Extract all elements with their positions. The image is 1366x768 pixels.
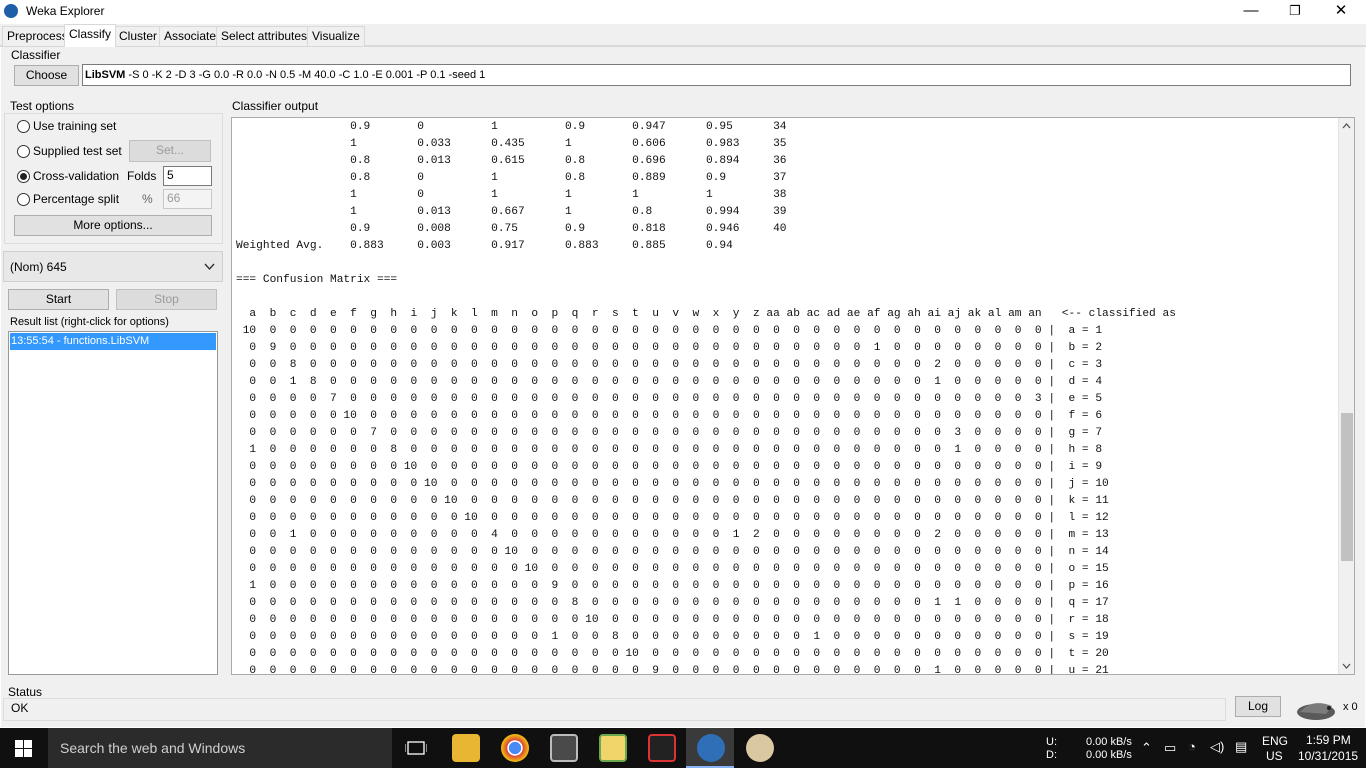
choose-button[interactable]: Choose [14,65,79,86]
file-explorer-icon[interactable] [452,734,480,762]
percent-symbol: % [142,192,153,206]
classifier-output-label: Classifier output [232,99,319,113]
stop-button[interactable]: Stop [116,289,217,310]
tab-select-attributes[interactable]: Select attributes [216,26,313,46]
scroll-up-icon[interactable] [1342,123,1351,129]
more-options-button[interactable]: More options... [14,215,212,236]
close-button[interactable]: ✕ [1318,0,1364,24]
task-count: x 0 [1343,701,1358,713]
tab-bar: Preprocess Classify Cluster Associate Se… [0,24,1366,47]
classifier-output-panel[interactable]: 0.9 0 1 0.9 0.947 0.95 34 1 0.033 0.435 … [231,117,1355,675]
tab-classify[interactable]: Classify [64,24,117,47]
paint-icon[interactable] [746,734,774,762]
classifier-group-label: Classifier [11,48,61,62]
language-indicator[interactable]: ENG [1262,734,1288,748]
net-upload-label: U: [1046,736,1057,748]
search-placeholder: Search the web and Windows [60,740,246,756]
weka-bird-icon [4,4,18,18]
scroll-down-icon[interactable] [1342,663,1351,669]
wifi-icon[interactable]: ◔ [1188,739,1196,754]
clock-time[interactable]: 1:59 PM [1306,733,1351,747]
task-view-icon[interactable] [405,740,427,756]
tab-associate[interactable]: Associate [159,26,222,46]
supplied-test-radio[interactable] [17,145,30,158]
taskbar: Search the web and Windows U: D: 0.00 kB… [0,728,1366,768]
maximize-button[interactable]: ❐ [1272,0,1318,24]
title-bar: Weka Explorer — ❐ ✕ [0,0,1366,24]
net-download-value: 0.00 kB/s [1086,749,1132,761]
scroll-thumb[interactable] [1341,413,1353,561]
use-training-label: Use training set [33,119,117,133]
percent-input[interactable]: 66 [163,189,212,209]
set-button[interactable]: Set... [129,140,211,162]
output-scrollbar[interactable] [1338,118,1354,674]
start-button[interactable]: Start [8,289,109,310]
search-box[interactable]: Search the web and Windows [48,728,392,768]
class-attribute-select[interactable]: (Nom) 645 [3,251,223,282]
tab-preprocess[interactable]: Preprocess [2,26,73,46]
class-attribute-value: (Nom) 645 [10,260,67,274]
weka-taskbar-icon[interactable] [697,734,725,762]
weka-bird-status-icon [1297,703,1335,720]
chevron-down-icon [204,263,215,271]
status-value: OK [11,701,29,715]
log-button[interactable]: Log [1235,696,1281,717]
cross-validation-radio[interactable] [17,170,30,183]
clock-date[interactable]: 10/31/2015 [1298,749,1358,763]
notification-icon[interactable]: ▤ [1235,739,1247,755]
percentage-split-radio[interactable] [17,193,30,206]
classifier-name: LibSVM [85,69,126,81]
calculator-icon[interactable] [550,734,578,762]
net-download-label: D: [1046,749,1057,761]
region-indicator[interactable]: US [1266,749,1283,763]
chevron-up-icon[interactable]: ⌃ [1141,740,1152,756]
chrome-icon[interactable] [501,734,529,762]
percentage-split-label: Percentage split [33,192,120,206]
classifier-output-text: 0.9 0 1 0.9 0.947 0.95 34 1 0.033 0.435 … [236,121,1176,675]
result-list-label: Result list (right-click for options) [10,316,169,328]
tab-visualize[interactable]: Visualize [307,26,365,46]
result-list[interactable]: 13:55:54 - functions.LibSVM [8,331,218,675]
minimize-button[interactable]: — [1228,0,1274,24]
battery-icon[interactable]: ▭ [1164,740,1176,756]
folds-input[interactable]: 5 [163,166,212,186]
classifier-options: -S 0 -K 2 -D 3 -G 0.0 -R 0.0 -N 0.5 -M 4… [125,69,486,81]
window-title: Weka Explorer [26,4,105,18]
result-list-item[interactable]: 13:55:54 - functions.LibSVM [10,333,216,350]
supplied-test-label: Supplied test set [33,144,122,158]
tab-cluster[interactable]: Cluster [114,26,163,46]
folds-label: Folds [127,169,157,183]
volume-icon[interactable]: ◁) [1210,739,1224,755]
web-app-icon[interactable] [648,734,676,762]
classifier-config-field[interactable]: LibSVM -S 0 -K 2 -D 3 -G 0.0 -R 0.0 -N 0… [82,64,1351,86]
folder-app-icon[interactable] [599,734,627,762]
status-label: Status [8,685,43,699]
net-upload-value: 0.00 kB/s [1086,736,1132,748]
cross-validation-label: Cross-validation [33,169,120,183]
windows-start-icon[interactable] [15,740,32,757]
test-options-label: Test options [10,99,75,113]
use-training-radio[interactable] [17,120,30,133]
